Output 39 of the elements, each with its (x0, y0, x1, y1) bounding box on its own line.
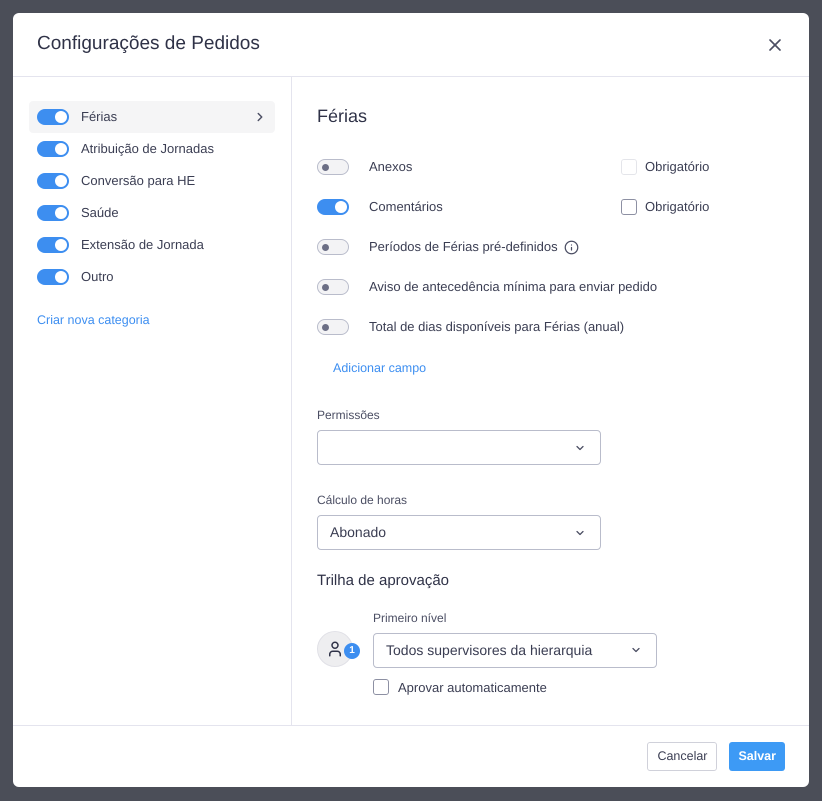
toggle-switch[interactable] (317, 239, 349, 255)
field-label: Anexos (369, 158, 412, 176)
toggle-switch[interactable] (37, 173, 69, 189)
section-title: Trilha de aprovação (317, 571, 450, 591)
category-item[interactable]: Conversão para HE (29, 165, 275, 197)
cancel-button[interactable]: Cancelar (647, 742, 718, 771)
checkbox-label: Obrigatório (645, 158, 710, 176)
toggle-switch[interactable] (317, 319, 349, 335)
user-icon (326, 640, 344, 658)
toggle-switch[interactable] (317, 199, 349, 215)
toggle-switch[interactable] (37, 141, 69, 157)
dialog-title: Configurações de Pedidos (37, 32, 260, 56)
field-label: Primeiro nível (373, 610, 448, 626)
checkbox-label: Aprovar automaticamente (398, 678, 547, 697)
category-item[interactable]: Férias (29, 101, 275, 133)
field-label: Total de dias disponíveis para Férias (anual) (369, 318, 624, 336)
toggle-switch[interactable] (37, 205, 69, 221)
field-label: Permissões (317, 407, 381, 424)
toggle-switch[interactable] (37, 269, 69, 285)
toggle-switch[interactable] (317, 159, 349, 175)
checkbox[interactable] (373, 679, 389, 696)
toggle-switch[interactable] (317, 279, 349, 295)
section-title: Férias (317, 105, 368, 128)
toggle-switch[interactable] (37, 237, 69, 253)
category-item[interactable]: Extensão de Jornada (29, 229, 275, 261)
category-item[interactable]: Saúde (29, 197, 275, 229)
dropdown-field[interactable] (317, 430, 601, 465)
category-item[interactable]: Atribuição de Jornadas (29, 133, 275, 165)
category-item[interactable]: Outro (29, 261, 275, 293)
dropdown-field[interactable]: Abonado (317, 515, 601, 550)
level-badge: 1 (344, 642, 360, 658)
checkbox[interactable] (621, 199, 637, 215)
checkbox-label: Obrigatório (645, 198, 710, 216)
field-label: Comentários (369, 198, 443, 216)
dropdown-field[interactable]: Todos supervisores da hierarquia (373, 632, 657, 668)
field-label: Períodos de Férias pré-definidos (369, 238, 558, 256)
field-label: Cálculo de horas (317, 492, 408, 509)
toggle-switch[interactable] (37, 109, 69, 125)
field-label: Aviso de antecedência mínima para enviar pedido (369, 278, 658, 296)
